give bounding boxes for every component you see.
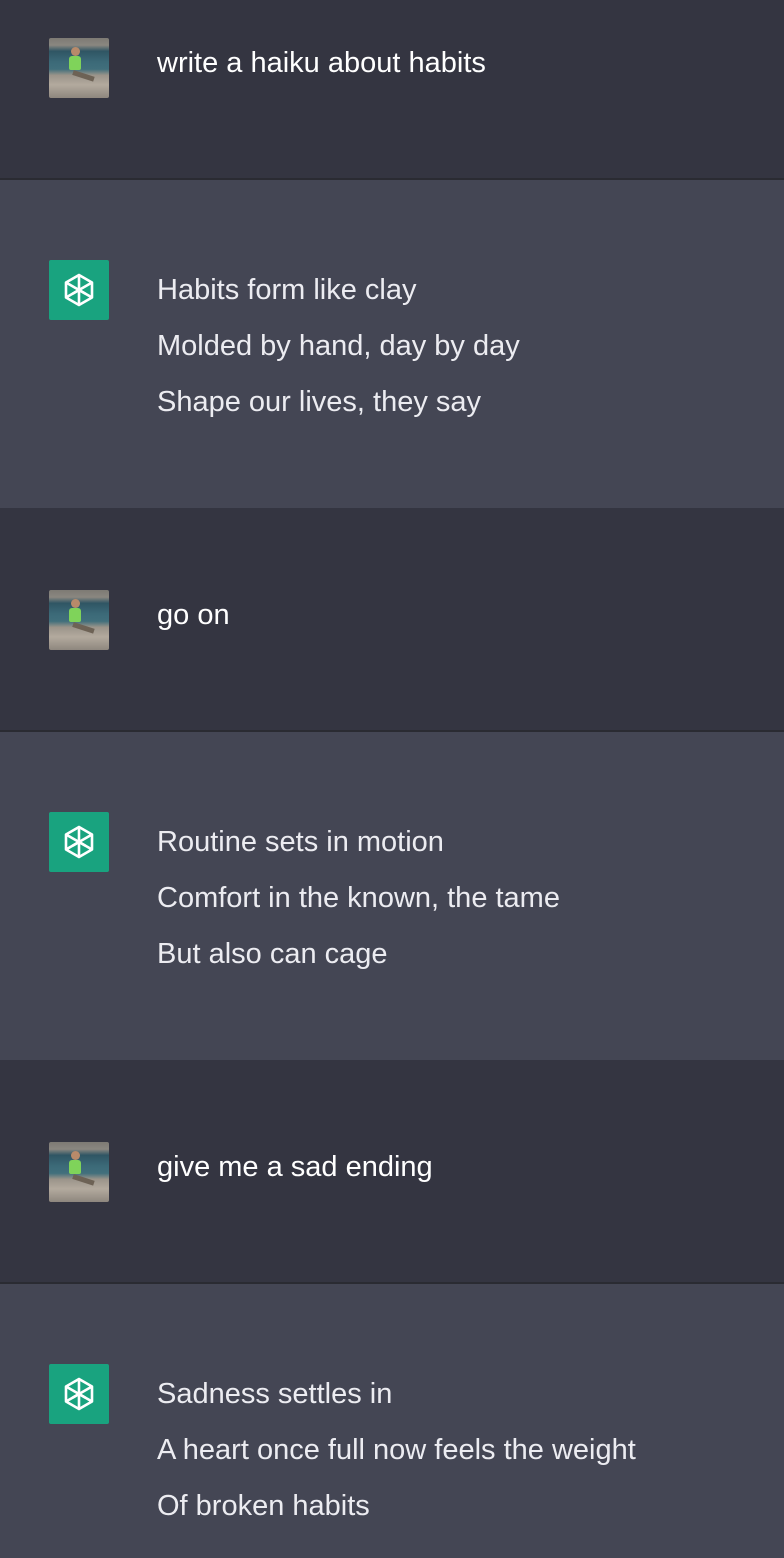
haiku-line: Molded by hand, day by day <box>157 330 520 362</box>
user-message-text: write a haiku about habits <box>157 47 486 79</box>
haiku-line: Habits form like clay <box>157 274 417 306</box>
user-message: write a haiku about habits <box>0 0 784 178</box>
openai-logo-icon <box>49 812 109 872</box>
user-message: go on <box>0 508 784 730</box>
conversation-thread: write a haiku about habits Habits form l… <box>0 0 784 1558</box>
user-message-text: go on <box>157 599 230 631</box>
assistant-message-text: Routine sets in motion Comfort in the kn… <box>157 814 744 982</box>
haiku-line: Comfort in the known, the tame <box>157 882 560 914</box>
user-message: give me a sad ending <box>0 1060 784 1282</box>
haiku-line: But also can cage <box>157 938 388 970</box>
assistant-message: Sadness settles in A heart once full now… <box>0 1284 784 1558</box>
haiku-line: Routine sets in motion <box>157 826 444 858</box>
haiku-line: A heart once full now feels the weight <box>157 1434 636 1466</box>
user-avatar <box>49 590 109 650</box>
haiku-line: Sadness settles in <box>157 1378 393 1410</box>
haiku-line: Shape our lives, they say <box>157 386 482 418</box>
openai-logo-icon <box>49 1364 109 1424</box>
haiku-line: Of broken habits <box>157 1490 370 1522</box>
assistant-message-text: Habits form like clay Molded by hand, da… <box>157 262 744 430</box>
user-avatar <box>49 1142 109 1202</box>
openai-logo-icon <box>49 260 109 320</box>
assistant-message-text: Sadness settles in A heart once full now… <box>157 1366 744 1534</box>
user-avatar <box>49 38 109 98</box>
assistant-message: Habits form like clay Molded by hand, da… <box>0 180 784 508</box>
assistant-message: Routine sets in motion Comfort in the kn… <box>0 732 784 1060</box>
user-message-text: give me a sad ending <box>157 1151 433 1183</box>
